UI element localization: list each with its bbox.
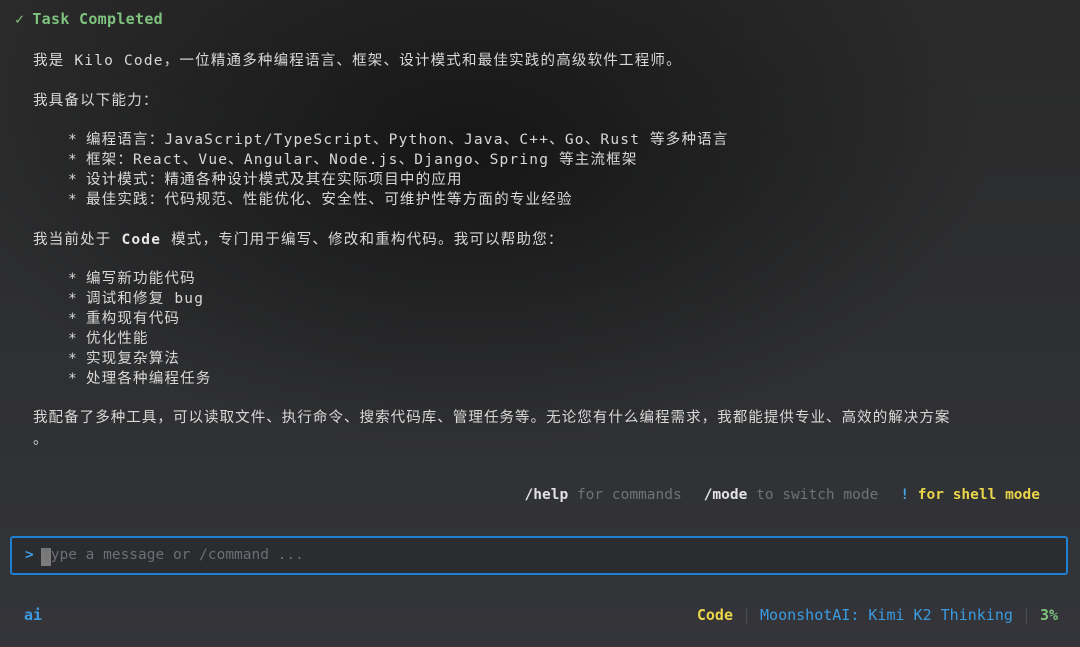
list-item: * 调试和修复 bug: [68, 291, 205, 307]
mode-command[interactable]: /mode: [704, 487, 748, 503]
mode-name: Code: [121, 232, 162, 248]
list-item: * 框架：React、Vue、Angular、Node.js、Django、Spr…: [68, 152, 638, 168]
intro-text: 我是 Kilo Code，一位精通多种编程语言、框架、设计模式和最佳实践的高级软…: [33, 53, 682, 69]
list-item: * 编程语言：JavaScript/TypeScript、Python、Java、…: [68, 132, 729, 148]
shell-mode-desc: for shell mode: [917, 487, 1040, 503]
command-hints: /help for commands/mode to switch mode! …: [525, 487, 1040, 503]
closing-text: 我配备了多种工具，可以读取文件、执行命令、搜索代码库、管理任务等。无论您有什么编…: [33, 410, 951, 426]
list-item: * 最佳实践：代码规范、性能优化、安全性、可维护性等方面的专业经验: [68, 192, 573, 208]
message-input[interactable]: > Type a message or /command ...: [10, 536, 1068, 575]
list-item: * 重构现有代码: [68, 311, 181, 327]
context-usage: 3%: [1039, 606, 1058, 624]
list-item: * 设计模式：精通各种设计模式及其在实际项目中的应用: [68, 172, 463, 188]
input-placeholder: Type a message or /command ...: [42, 547, 304, 563]
separator: |: [1021, 606, 1031, 624]
shell-mode-command[interactable]: !: [900, 487, 909, 503]
mode-description: 我当前处于 Code 模式，专门用于编写、修改和重构代码。我可以帮助您：: [33, 232, 564, 248]
task-status: ✓ Task Completed: [15, 10, 163, 28]
list-item: * 实现复杂算法: [68, 351, 181, 367]
prompt-chevron-icon: >: [25, 547, 34, 563]
abilities-heading: 我具备以下能力：: [33, 93, 159, 109]
list-item: * 编写新功能代码: [68, 271, 196, 287]
status-bar: Code | MoonshotAI: Kimi K2 Thinking | 3%: [697, 606, 1058, 624]
list-item: * 处理各种编程任务: [68, 371, 212, 387]
mode-command-desc: to switch mode: [756, 487, 879, 503]
footer-label: ai: [24, 606, 43, 624]
model-name[interactable]: MoonshotAI: Kimi K2 Thinking: [760, 606, 1013, 624]
help-command-desc: for commands: [576, 487, 682, 503]
current-mode[interactable]: Code: [697, 606, 733, 624]
check-icon: ✓: [15, 10, 25, 28]
separator: |: [742, 606, 752, 624]
terminal-view: ✓ Task Completed 我是 Kilo Code，一位精通多种编程语言、…: [0, 0, 1080, 647]
help-command[interactable]: /help: [525, 487, 569, 503]
list-item: * 优化性能: [68, 331, 149, 347]
task-status-text: Task Completed: [32, 10, 163, 28]
closing-text-continued: 。: [33, 432, 49, 448]
